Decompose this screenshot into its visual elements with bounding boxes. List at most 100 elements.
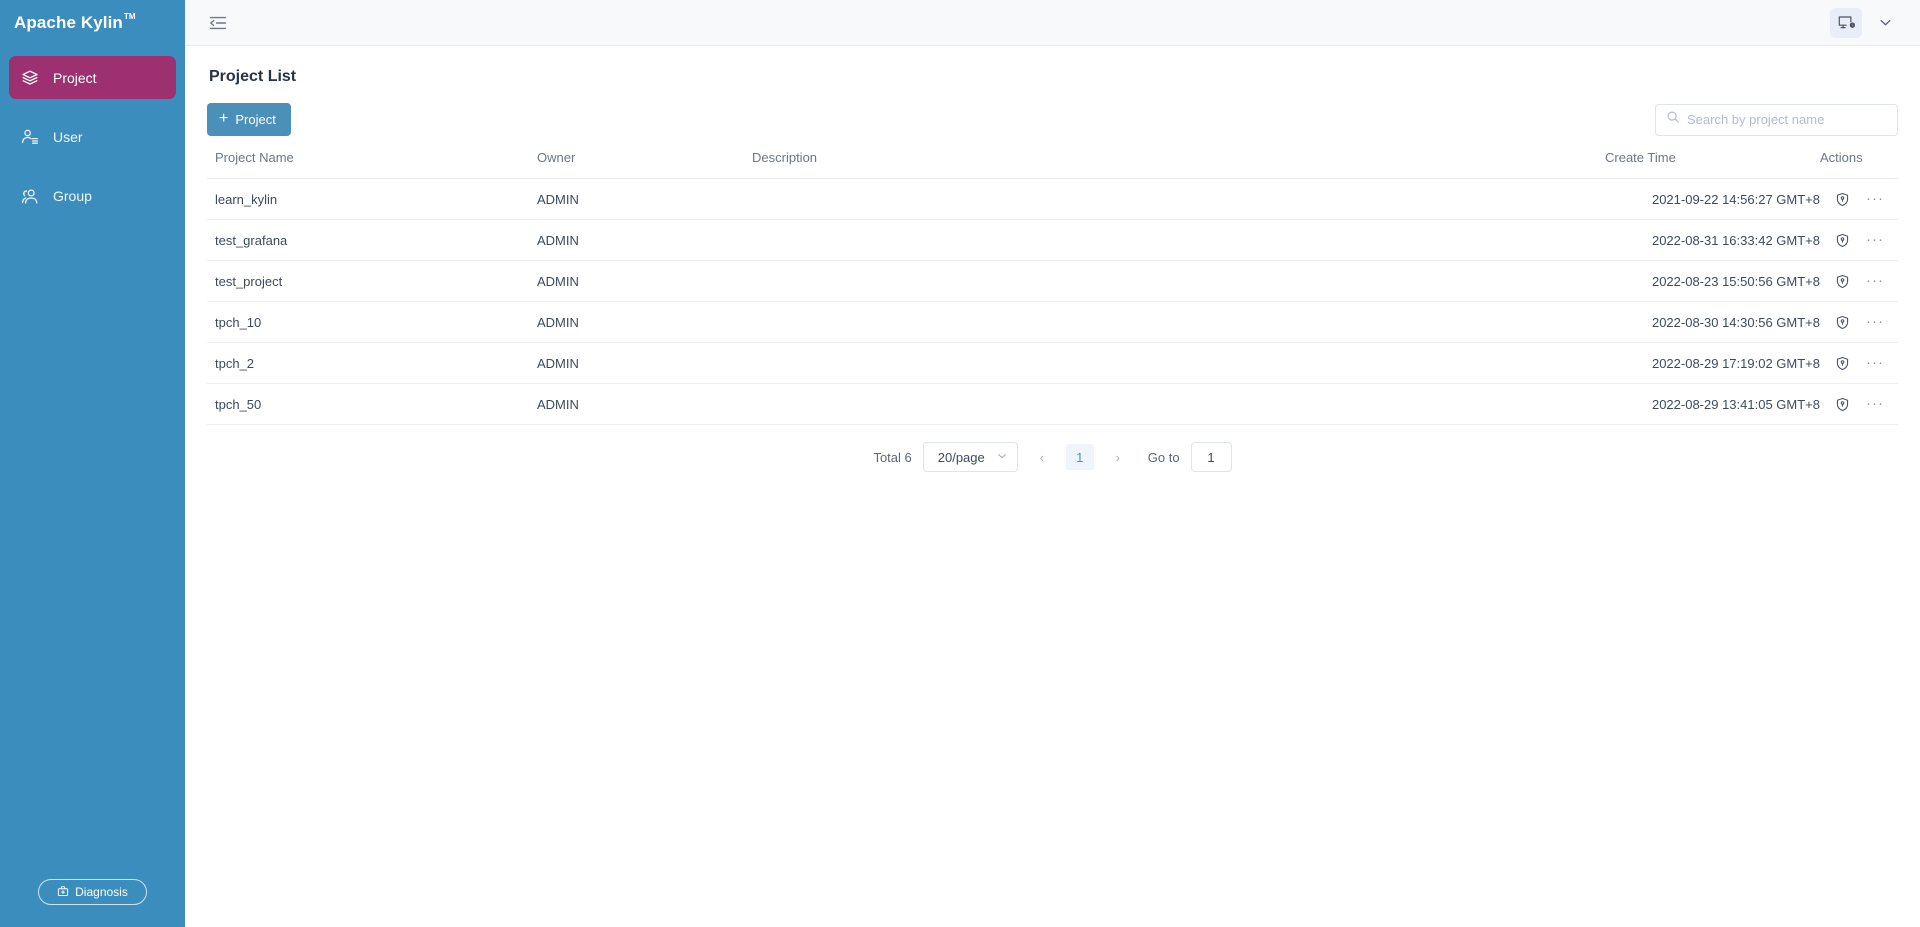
pagination-next-button[interactable]: › — [1105, 444, 1131, 470]
column-header-create-time[interactable]: Create Time — [1605, 150, 1820, 179]
diagnosis-label: Diagnosis — [75, 885, 128, 899]
more-options-icon[interactable]: ··· — [1866, 277, 1884, 285]
main-area: Project List + Project — [185, 0, 1920, 927]
project-table: Project Name Owner Description Create Ti… — [207, 150, 1898, 425]
cell-owner: ADMIN — [537, 343, 752, 384]
row-action-group: ··· — [1820, 232, 1890, 248]
cell-actions: ··· — [1820, 302, 1898, 343]
row-action-group: ··· — [1820, 314, 1890, 330]
shield-authority-icon[interactable] — [1834, 314, 1850, 330]
table-row[interactable]: learn_kylin ADMIN 2021-09-22 14:56:27 GM… — [207, 179, 1898, 220]
toolbox-icon — [57, 885, 69, 900]
search-box[interactable] — [1655, 104, 1898, 136]
page-title: Project List — [209, 46, 1898, 86]
table-row[interactable]: test_project ADMIN 2022-08-23 15:50:56 G… — [207, 261, 1898, 302]
row-action-group: ··· — [1820, 355, 1890, 371]
sidebar-item-label-group: Group — [53, 188, 92, 204]
top-bar — [185, 0, 1920, 46]
actions-bar: + Project — [207, 103, 1898, 136]
chevron-down-icon[interactable] — [1872, 10, 1898, 36]
search-input[interactable] — [1687, 112, 1887, 127]
pagination: Total 6 20/page ‹ 1 › Go to — [207, 442, 1898, 472]
top-bar-right — [1830, 8, 1898, 38]
plus-icon: + — [219, 111, 228, 127]
cell-project-name[interactable]: test_grafana — [207, 220, 537, 261]
cell-actions: ··· — [1820, 179, 1898, 220]
row-action-group: ··· — [1820, 273, 1890, 289]
pagination-total: Total 6 — [873, 450, 911, 465]
app-root: Apache KylinTM Project — [0, 0, 1920, 927]
shield-authority-icon[interactable] — [1834, 396, 1850, 412]
cell-create-time: 2022-08-30 14:30:56 GMT+8 — [1605, 302, 1820, 343]
cell-create-time: 2022-08-23 15:50:56 GMT+8 — [1605, 261, 1820, 302]
table-row[interactable]: tpch_2 ADMIN 2022-08-29 17:19:02 GMT+8 — [207, 343, 1898, 384]
add-project-button[interactable]: + Project — [207, 103, 291, 136]
pagination-page-1[interactable]: 1 — [1066, 444, 1094, 470]
cell-create-time: 2021-09-22 14:56:27 GMT+8 — [1605, 179, 1820, 220]
sidebar-item-user[interactable]: User — [9, 115, 176, 158]
cell-actions: ··· — [1820, 220, 1898, 261]
page-content: Project List + Project — [185, 46, 1920, 927]
cell-project-name[interactable]: tpch_10 — [207, 302, 537, 343]
brand-name-text: Apache Kylin — [14, 13, 123, 32]
collapse-menu-icon[interactable] — [207, 12, 229, 34]
pagination-goto-input[interactable] — [1191, 442, 1232, 472]
diagnosis-section: Diagnosis — [0, 879, 185, 905]
table-row[interactable]: tpch_10 ADMIN 2022-08-30 14:30:56 GMT+8 — [207, 302, 1898, 343]
diagnosis-button[interactable]: Diagnosis — [38, 879, 147, 905]
cell-description — [752, 384, 1605, 425]
more-options-icon[interactable]: ··· — [1866, 318, 1884, 326]
cell-description — [752, 179, 1605, 220]
cell-owner: ADMIN — [537, 179, 752, 220]
row-action-group: ··· — [1820, 396, 1890, 412]
cell-create-time: 2022-08-31 16:33:42 GMT+8 — [1605, 220, 1820, 261]
table-row[interactable]: test_grafana ADMIN 2022-08-31 16:33:42 G… — [207, 220, 1898, 261]
cell-project-name[interactable]: tpch_2 — [207, 343, 537, 384]
more-options-icon[interactable]: ··· — [1866, 359, 1884, 367]
pagination-goto-label: Go to — [1148, 450, 1180, 465]
more-options-icon[interactable]: ··· — [1866, 195, 1884, 203]
shield-authority-icon[interactable] — [1834, 191, 1850, 207]
sidebar-item-label-project: Project — [53, 70, 97, 86]
cell-owner: ADMIN — [537, 302, 752, 343]
layers-icon — [20, 68, 40, 88]
sidebar-item-group[interactable]: Group — [9, 174, 176, 217]
table-head: Project Name Owner Description Create Ti… — [207, 150, 1898, 179]
table-row[interactable]: tpch_50 ADMIN 2022-08-29 13:41:05 GMT+8 — [207, 384, 1898, 425]
table-body: learn_kylin ADMIN 2021-09-22 14:56:27 GM… — [207, 179, 1898, 425]
search-icon — [1666, 110, 1680, 129]
cell-actions: ··· — [1820, 261, 1898, 302]
page-size-value: 20/page — [938, 450, 985, 465]
sidebar-item-project[interactable]: Project — [9, 56, 176, 99]
chevron-down-icon — [996, 450, 1008, 465]
pagination-prev-button[interactable]: ‹ — [1029, 444, 1055, 470]
cell-owner: ADMIN — [537, 384, 752, 425]
cell-description — [752, 261, 1605, 302]
brand-name: Apache KylinTM — [14, 13, 135, 33]
cell-project-name[interactable]: test_project — [207, 261, 537, 302]
brand-logo: Apache KylinTM — [0, 0, 185, 46]
column-header-description[interactable]: Description — [752, 150, 1605, 179]
more-options-icon[interactable]: ··· — [1866, 236, 1884, 244]
column-header-owner[interactable]: Owner — [537, 150, 752, 179]
cell-actions: ··· — [1820, 343, 1898, 384]
shield-authority-icon[interactable] — [1834, 273, 1850, 289]
page-size-select[interactable]: 20/page — [923, 442, 1018, 472]
system-monitor-gear-icon[interactable] — [1830, 8, 1862, 38]
shield-authority-icon[interactable] — [1834, 355, 1850, 371]
row-action-group: ··· — [1820, 191, 1890, 207]
add-project-label: Project — [235, 112, 275, 127]
column-header-project-name[interactable]: Project Name — [207, 150, 537, 179]
group-icon — [20, 186, 40, 206]
column-header-actions: Actions — [1820, 150, 1898, 179]
cell-project-name[interactable]: learn_kylin — [207, 179, 537, 220]
sidebar-nav: Project User — [0, 56, 185, 217]
more-options-icon[interactable]: ··· — [1866, 400, 1884, 408]
sidebar-item-label-user: User — [53, 129, 83, 145]
shield-authority-icon[interactable] — [1834, 232, 1850, 248]
cell-description — [752, 343, 1605, 384]
cell-owner: ADMIN — [537, 220, 752, 261]
cell-create-time: 2022-08-29 13:41:05 GMT+8 — [1605, 384, 1820, 425]
cell-project-name[interactable]: tpch_50 — [207, 384, 537, 425]
cell-actions: ··· — [1820, 384, 1898, 425]
